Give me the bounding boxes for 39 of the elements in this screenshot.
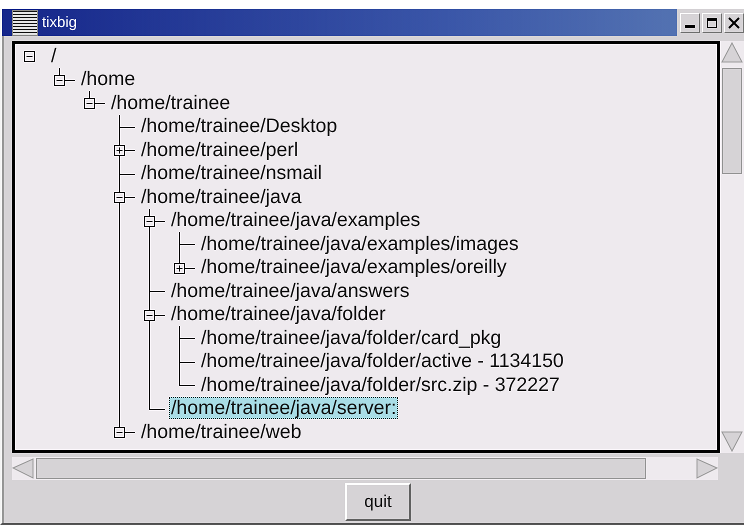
quit-button[interactable]: quit: [345, 482, 411, 520]
maximize-icon: [706, 16, 718, 28]
tree-item[interactable]: /home/trainee/java/folder/src.zip - 372227: [199, 374, 562, 396]
tree-item[interactable]: /home/trainee/java/folder/card_pkg: [199, 326, 504, 349]
collapse-icon[interactable]: [84, 98, 95, 109]
tree-item[interactable]: /home/trainee/java/answers: [169, 280, 412, 302]
expand-icon[interactable]: [114, 145, 125, 156]
collapse-icon[interactable]: [114, 192, 125, 203]
tree-item[interactable]: /home/trainee/java/folder: [169, 303, 388, 326]
window-menu-icon[interactable]: [12, 10, 38, 36]
window-title: tixbig: [42, 14, 78, 31]
close-button[interactable]: [724, 12, 744, 32]
collapse-icon[interactable]: [54, 74, 65, 86]
tree-item[interactable]: /home/trainee/java/folder/active - 1134150: [199, 350, 566, 372]
maximize-button[interactable]: [702, 12, 722, 32]
tree-item[interactable]: /home/trainee/nsmail: [139, 162, 324, 184]
collapse-icon[interactable]: [144, 310, 155, 320]
horizontal-scrollbar[interactable]: [12, 457, 718, 480]
close-icon: [728, 16, 740, 28]
collapse-icon[interactable]: [24, 51, 35, 62]
tree-item[interactable]: /home/trainee: [109, 92, 232, 114]
minimize-button[interactable]: [680, 12, 700, 32]
tree-item[interactable]: /home/trainee/Desktop: [139, 115, 340, 138]
vertical-scrollbar[interactable]: [720, 41, 744, 453]
tree-item[interactable]: /home/trainee/java/examples/images: [199, 232, 521, 255]
tree-item[interactable]: /home/trainee/java/server:: [169, 397, 398, 420]
tree-item[interactable]: /home/trainee/java: [139, 186, 304, 208]
expand-icon[interactable]: [174, 262, 185, 274]
tree-item[interactable]: /: [49, 44, 58, 67]
minimize-icon: [685, 25, 695, 28]
tree-item[interactable]: /home/trainee/perl: [139, 138, 300, 161]
scroll-thumb[interactable]: [722, 68, 742, 174]
tree-item[interactable]: /home/trainee/java/examples: [169, 209, 422, 232]
scroll-thumb[interactable]: [36, 458, 646, 479]
tree-item[interactable]: /home: [79, 68, 138, 90]
tree-item[interactable]: /home/trainee/web: [139, 420, 304, 443]
collapse-icon[interactable]: [114, 427, 125, 438]
collapse-icon[interactable]: [144, 216, 155, 226]
tree-item[interactable]: /home/trainee/java/examples/oreilly: [199, 256, 509, 278]
